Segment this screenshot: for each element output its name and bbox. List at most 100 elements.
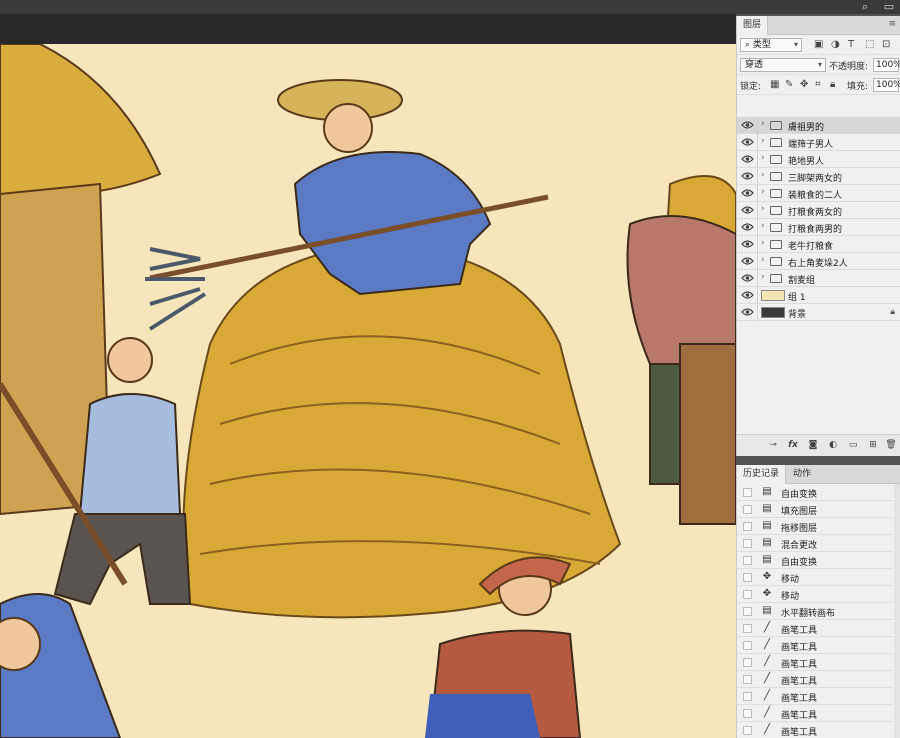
smart-object-filter-icon[interactable]: ⊡ <box>882 39 890 51</box>
eye-icon[interactable] <box>741 256 754 266</box>
tab-actions[interactable]: 动作 <box>787 465 817 484</box>
history-snapshot-checkbox[interactable] <box>743 590 752 599</box>
history-snapshot-checkbox[interactable] <box>743 573 752 582</box>
layers-panel: 图层 ≡ ⌕ 类型 ▾ ▣ ◑ T ⬚ ⊡ 穿透 ▾ 不透明度: 100% 锁定… <box>736 16 900 456</box>
shape-filter-icon[interactable]: ⬚ <box>865 39 874 51</box>
lock-artboard-icon[interactable]: ⌗ <box>815 79 821 91</box>
new-group-icon[interactable]: ▭ <box>847 439 859 451</box>
layer-row[interactable]: › 端筛子男人 <box>737 134 900 151</box>
chevron-right-icon[interactable]: › <box>761 255 765 265</box>
eye-icon[interactable] <box>741 188 754 198</box>
history-item[interactable]: ▤ 填充图层 <box>737 501 900 518</box>
layer-row[interactable]: › 打粮食两男的 <box>737 219 900 236</box>
chevron-right-icon[interactable]: › <box>761 221 765 231</box>
blend-mode-dropdown[interactable]: 穿透 ▾ <box>740 58 826 72</box>
history-snapshot-checkbox[interactable] <box>743 488 752 497</box>
tab-layers[interactable]: 图层 <box>737 16 769 35</box>
eye-icon[interactable] <box>741 137 754 147</box>
layer-row[interactable]: › 膚祖男的 <box>737 117 900 134</box>
layer-row[interactable]: › 装粮食的二人 <box>737 185 900 202</box>
history-item[interactable]: ╱ 画笔工具 <box>737 688 900 705</box>
history-item-name: 画笔工具 <box>781 643 818 653</box>
history-item[interactable]: ╱ 画笔工具 <box>737 637 900 654</box>
lock-pixels-icon[interactable]: ✎ <box>785 79 793 91</box>
history-snapshot-checkbox[interactable] <box>743 709 752 718</box>
eye-icon[interactable] <box>741 239 754 249</box>
chevron-right-icon[interactable]: › <box>761 204 765 214</box>
adjustment-layer-icon[interactable]: ◐ <box>827 439 839 451</box>
history-item[interactable]: ▤ 混合更改 <box>737 535 900 552</box>
tab-history[interactable]: 历史记录 <box>737 465 787 484</box>
layer-row[interactable]: › 割麦组 <box>737 270 900 287</box>
folder-icon <box>770 155 782 164</box>
chevron-right-icon[interactable]: › <box>761 272 765 282</box>
fx-icon[interactable]: fx <box>787 439 799 451</box>
panel-menu-icon[interactable]: ≡ <box>888 19 896 29</box>
history-snapshot-checkbox[interactable] <box>743 658 752 667</box>
lock-all-icon[interactable]: 🔒︎ <box>830 79 835 91</box>
chevron-right-icon[interactable]: › <box>761 170 765 180</box>
layer-row[interactable]: › 老牛打粮食 <box>737 236 900 253</box>
layer-row[interactable]: › 三脚架两女的 <box>737 168 900 185</box>
history-item[interactable]: ▤ 自由变换 <box>737 552 900 569</box>
history-snapshot-checkbox[interactable] <box>743 505 752 514</box>
layer-name: 背景 <box>788 310 807 320</box>
history-item[interactable]: ✥ 移动 <box>737 586 900 603</box>
search-icon[interactable]: ⌕ <box>858 0 872 14</box>
chevron-right-icon[interactable]: › <box>761 187 765 197</box>
layer-row[interactable]: › 打粮食两女的 <box>737 202 900 219</box>
history-snapshot-checkbox[interactable] <box>743 624 752 633</box>
history-item[interactable]: ╱ 画笔工具 <box>737 654 900 671</box>
history-item[interactable]: ▤ 拖移图层 <box>737 518 900 535</box>
link-layers-icon[interactable]: ⊸ <box>767 439 779 451</box>
layer-row[interactable]: › 艳地男人 <box>737 151 900 168</box>
eye-icon[interactable] <box>741 120 754 130</box>
history-snapshot-checkbox[interactable] <box>743 522 752 531</box>
lock-transparency-icon[interactable]: ▦ <box>770 79 779 91</box>
history-snapshot-checkbox[interactable] <box>743 607 752 616</box>
chevron-right-icon[interactable]: › <box>761 136 765 146</box>
lock-row: 锁定: ▦ ✎ ✥ ⌗ 🔒︎ 填充: 100% <box>737 75 900 95</box>
eye-icon[interactable] <box>741 171 754 181</box>
history-snapshot-checkbox[interactable] <box>743 692 752 701</box>
lock-position-icon[interactable]: ✥ <box>800 79 808 91</box>
folder-icon <box>770 206 782 215</box>
history-item[interactable]: ╱ 画笔工具 <box>737 620 900 637</box>
eye-icon[interactable] <box>741 273 754 283</box>
eye-icon[interactable] <box>741 222 754 232</box>
chevron-right-icon[interactable]: › <box>761 238 765 248</box>
eye-icon[interactable] <box>741 205 754 215</box>
history-item[interactable]: ╱ 画笔工具 <box>737 671 900 688</box>
history-scrollbar[interactable] <box>894 484 900 738</box>
history-item[interactable]: ▤ 水平翻转画布 <box>737 603 900 620</box>
history-item[interactable]: ✥ 移动 <box>737 569 900 586</box>
eye-icon[interactable] <box>741 154 754 164</box>
history-item[interactable]: ╱ 画笔工具 <box>737 722 900 738</box>
chevron-right-icon[interactable]: › <box>761 153 765 163</box>
history-snapshot-checkbox[interactable] <box>743 539 752 548</box>
layer-row[interactable]: › 右上角麦垛2人 <box>737 253 900 270</box>
artwork-canvas[interactable] <box>0 44 736 738</box>
new-layer-icon[interactable]: ⊞ <box>867 439 879 451</box>
history-snapshot-checkbox[interactable] <box>743 556 752 565</box>
pixel-filter-icon[interactable]: ▣ <box>814 39 823 51</box>
history-snapshot-checkbox[interactable] <box>743 641 752 650</box>
workspace-icon[interactable]: ▭ <box>882 0 896 14</box>
eye-icon[interactable] <box>741 290 754 300</box>
history-item[interactable]: ╱ 画笔工具 <box>737 705 900 722</box>
mask-icon[interactable]: ◙ <box>807 439 819 451</box>
adjustment-filter-icon[interactable]: ◑ <box>831 39 840 51</box>
eye-icon[interactable] <box>741 307 754 317</box>
filter-kind-dropdown[interactable]: ⌕ 类型 ▾ <box>740 38 802 52</box>
layer-row[interactable]: 组 1 <box>737 287 900 304</box>
trash-icon[interactable]: 🗑︎ <box>885 439 897 451</box>
type-filter-icon[interactable]: T <box>848 39 854 51</box>
history-snapshot-checkbox[interactable] <box>743 675 752 684</box>
history-snapshot-checkbox[interactable] <box>743 726 752 735</box>
history-item[interactable]: ▤ 自由变换 <box>737 484 900 501</box>
opacity-input[interactable]: 100% <box>873 58 900 72</box>
chevron-right-icon[interactable]: › <box>761 119 765 129</box>
fill-input[interactable]: 100% <box>873 78 900 92</box>
layer-row[interactable]: 背景 🔒︎ <box>737 304 900 321</box>
brush-icon: ╱ <box>763 690 771 701</box>
